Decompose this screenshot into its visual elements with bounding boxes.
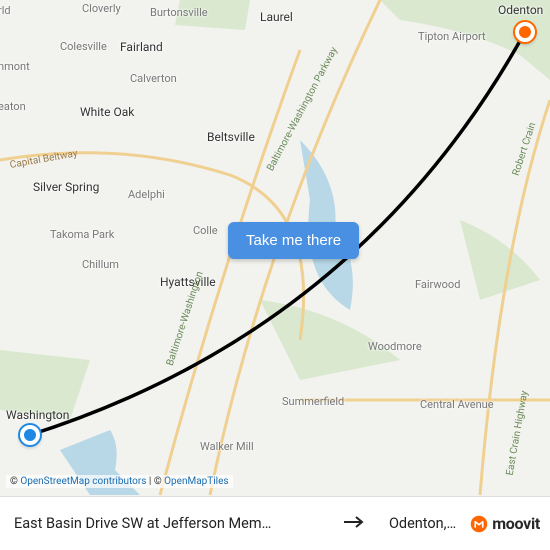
route-footer: East Basin Drive SW at Jefferson Mem… Od…: [0, 496, 550, 550]
osm-link[interactable]: OpenStreetMap contributors: [20, 476, 146, 487]
moovit-logo[interactable]: moovit: [466, 514, 550, 533]
arrow-icon: [333, 514, 375, 533]
map-canvas: [0, 0, 550, 550]
moovit-icon: [470, 515, 488, 533]
moovit-text: moovit: [492, 514, 540, 533]
route-to-label: Odenton,…: [375, 515, 466, 532]
attr-sep: | ©: [146, 476, 164, 487]
route-from-label: East Basin Drive SW at Jefferson Mem…: [0, 515, 333, 532]
map-attribution: © OpenStreetMap contributors | © OpenMap…: [6, 475, 233, 488]
openmaptiles-link[interactable]: OpenMapTiles: [164, 476, 228, 487]
take-me-there-button[interactable]: Take me there: [228, 222, 359, 259]
attr-prefix: ©: [10, 476, 20, 487]
destination-marker[interactable]: [515, 22, 535, 42]
origin-marker[interactable]: [20, 425, 40, 445]
map-container[interactable]: CloverlyBurtonsvilleLaurelOdentonTipton …: [0, 0, 550, 550]
